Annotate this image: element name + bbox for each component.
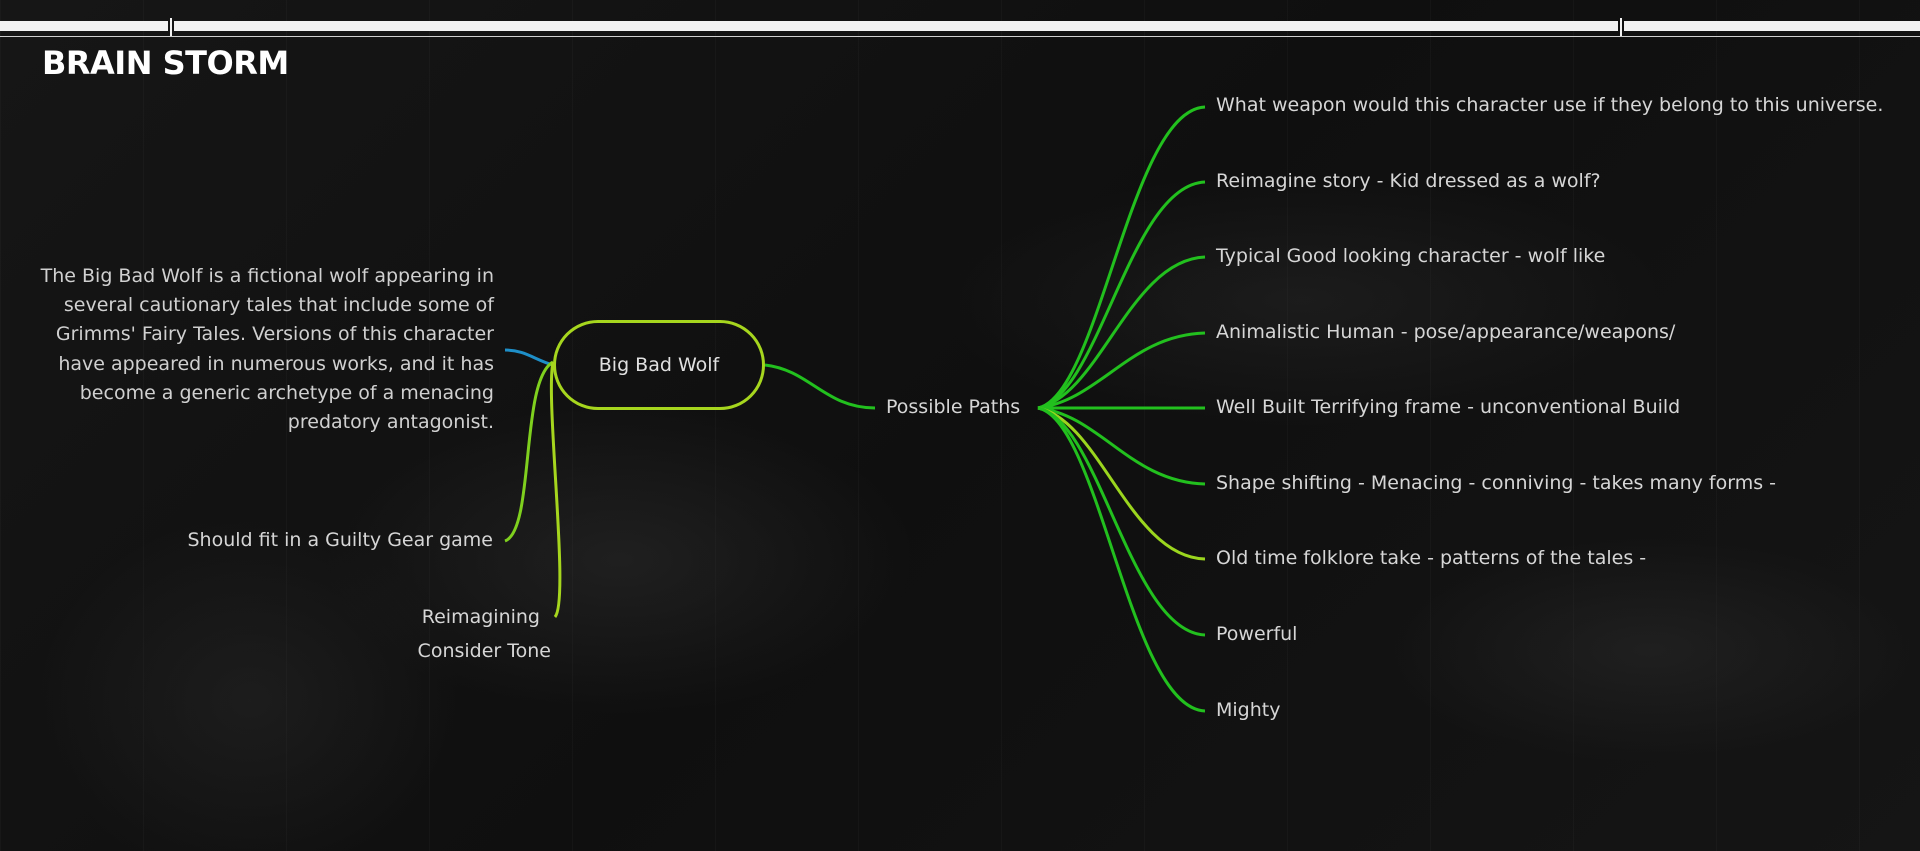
path-node[interactable]: What weapon would this character use if … xyxy=(1216,94,1883,116)
left-node-guilty-gear[interactable]: Should fit in a Guilty Gear game xyxy=(187,529,493,551)
link-description xyxy=(504,348,554,367)
hub-node-possible-paths[interactable]: Possible Paths xyxy=(886,396,1020,418)
description-text: The Big Bad Wolf is a fictional wolf app… xyxy=(40,265,494,434)
path-node[interactable]: Old time folklore take - patterns of the… xyxy=(1216,547,1646,569)
central-node-label: Big Bad Wolf xyxy=(598,354,720,376)
path-node[interactable]: Typical Good looking character - wolf li… xyxy=(1216,245,1605,267)
link-path-8 xyxy=(1037,406,1206,637)
link-path-2 xyxy=(1037,180,1206,410)
link-path-9 xyxy=(1037,406,1206,713)
path-node[interactable]: Shape shifting - Menacing - conniving - … xyxy=(1216,472,1776,494)
path-node[interactable]: Well Built Terrifying frame - unconventi… xyxy=(1216,396,1680,418)
link-path-1 xyxy=(1037,105,1206,410)
path-node[interactable]: Powerful xyxy=(1216,623,1297,645)
link-reimagining xyxy=(549,361,562,618)
left-node-reimagining[interactable]: Reimagining xyxy=(422,606,540,628)
left-node-tone[interactable]: Consider Tone xyxy=(418,640,551,662)
link-hub xyxy=(764,363,876,410)
central-node[interactable]: Big Bad Wolf xyxy=(553,320,765,410)
path-node[interactable]: Mighty xyxy=(1216,699,1280,721)
path-node[interactable]: Animalistic Human - pose/appearance/weap… xyxy=(1216,321,1675,343)
link-guilty-gear xyxy=(504,360,554,543)
path-node[interactable]: Reimagine story - Kid dressed as a wolf? xyxy=(1216,170,1601,192)
